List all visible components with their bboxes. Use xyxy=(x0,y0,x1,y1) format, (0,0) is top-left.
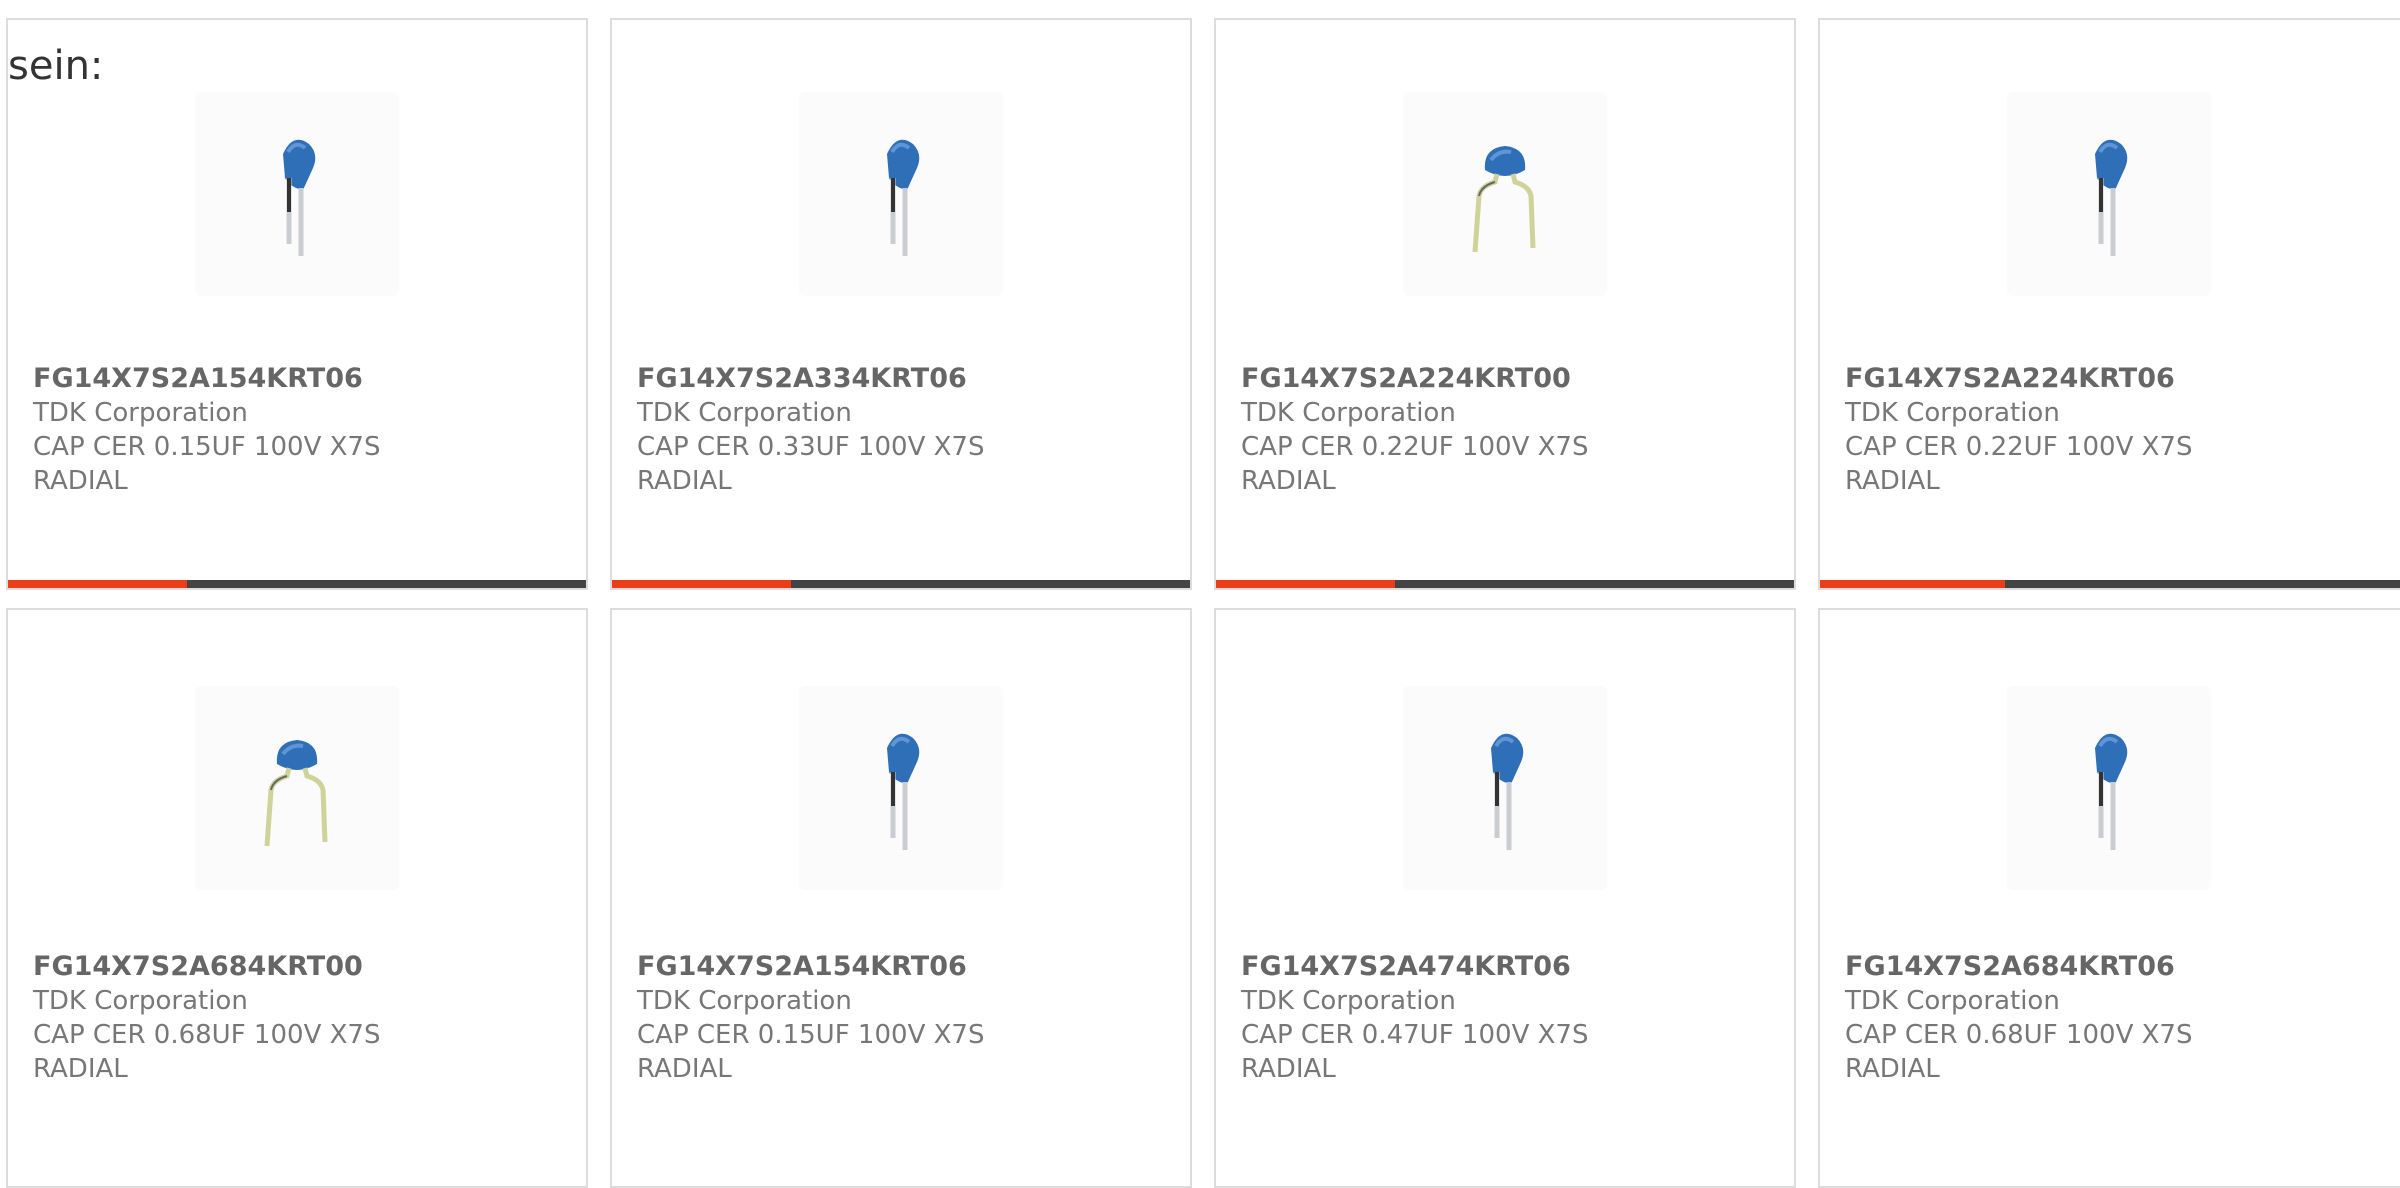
manufacturer: TDK Corporation xyxy=(1241,398,1456,428)
description: CAP CER 0.22UF 100V X7S RADIAL xyxy=(1241,432,1589,496)
product-grid: FG14X7S2A154KRT06 TDK Corporation CAP CE… xyxy=(0,0,2400,1188)
description: CAP CER 0.47UF 100V X7S RADIAL xyxy=(1241,1020,1589,1084)
product-image[interactable] xyxy=(2007,92,2211,296)
part-number[interactable]: FG14X7S2A474KRT06 xyxy=(1241,951,1571,982)
part-number[interactable]: FG14X7S2A224KRT00 xyxy=(1241,363,1571,394)
product-card[interactable]: FG14X7S2A474KRT06 TDK Corporation CAP CE… xyxy=(1214,608,1796,1188)
manufacturer: TDK Corporation xyxy=(33,398,248,428)
manufacturer: TDK Corporation xyxy=(33,986,248,1016)
part-number[interactable]: FG14X7S2A684KRT06 xyxy=(1845,951,2175,982)
rating-bar-fill xyxy=(8,580,188,588)
description: CAP CER 0.15UF 100V X7S RADIAL xyxy=(33,432,381,496)
rating-bar xyxy=(8,580,586,588)
product-image[interactable] xyxy=(1403,686,1607,890)
rating-bar xyxy=(1820,580,2400,588)
rating-bar-fill xyxy=(1216,580,1396,588)
part-number[interactable]: FG14X7S2A154KRT06 xyxy=(33,363,363,394)
capacitor-side-icon xyxy=(2095,139,2128,256)
product-card[interactable]: FG14X7S2A224KRT06 TDK Corporation CAP CE… xyxy=(1818,18,2400,590)
product-card[interactable]: FG14X7S2A684KRT00 TDK Corporation CAP CE… xyxy=(6,608,588,1188)
manufacturer: TDK Corporation xyxy=(1845,398,2060,428)
description: CAP CER 0.33UF 100V X7S RADIAL xyxy=(637,432,985,496)
intro-text: sein: xyxy=(8,43,104,89)
product-image[interactable] xyxy=(1403,92,1607,296)
manufacturer: TDK Corporation xyxy=(637,986,852,1016)
manufacturer: TDK Corporation xyxy=(1845,986,2060,1016)
product-card[interactable]: FG14X7S2A154KRT06 TDK Corporation CAP CE… xyxy=(6,18,588,590)
description: CAP CER 0.68UF 100V X7S RADIAL xyxy=(1845,1020,2193,1084)
capacitor-side-icon xyxy=(887,733,920,850)
product-image[interactable] xyxy=(799,92,1003,296)
capacitor-front-icon xyxy=(1472,146,1536,253)
description: CAP CER 0.15UF 100V X7S RADIAL xyxy=(637,1020,985,1084)
manufacturer: TDK Corporation xyxy=(637,398,852,428)
capacitor-side-icon xyxy=(1491,733,1524,850)
part-number[interactable]: FG14X7S2A224KRT06 xyxy=(1845,363,2175,394)
capacitor-side-icon xyxy=(887,139,920,256)
product-card[interactable]: FG14X7S2A334KRT06 TDK Corporation CAP CE… xyxy=(610,18,1192,590)
product-image[interactable] xyxy=(799,686,1003,890)
rating-bar xyxy=(1216,580,1794,588)
product-card[interactable]: FG14X7S2A224KRT00 TDK Corporation CAP CE… xyxy=(1214,18,1796,590)
rating-bar-fill xyxy=(1820,580,2005,588)
product-card[interactable]: FG14X7S2A154KRT06 TDK Corporation CAP CE… xyxy=(610,608,1192,1188)
part-number[interactable]: FG14X7S2A334KRT06 xyxy=(637,363,967,394)
product-image[interactable] xyxy=(195,92,399,296)
description: CAP CER 0.22UF 100V X7S RADIAL xyxy=(1845,432,2193,496)
description: CAP CER 0.68UF 100V X7S RADIAL xyxy=(33,1020,381,1084)
product-image[interactable] xyxy=(195,686,399,890)
capacitor-side-icon xyxy=(283,139,316,256)
rating-bar-fill xyxy=(612,580,792,588)
capacitor-side-icon xyxy=(2095,733,2128,850)
product-card[interactable]: FG14X7S2A684KRT06 TDK Corporation CAP CE… xyxy=(1818,608,2400,1188)
product-image[interactable] xyxy=(2007,686,2211,890)
rating-bar xyxy=(612,580,1190,588)
part-number[interactable]: FG14X7S2A154KRT06 xyxy=(637,951,967,982)
capacitor-front-icon xyxy=(264,740,328,847)
manufacturer: TDK Corporation xyxy=(1241,986,1456,1016)
part-number[interactable]: FG14X7S2A684KRT00 xyxy=(33,951,363,982)
